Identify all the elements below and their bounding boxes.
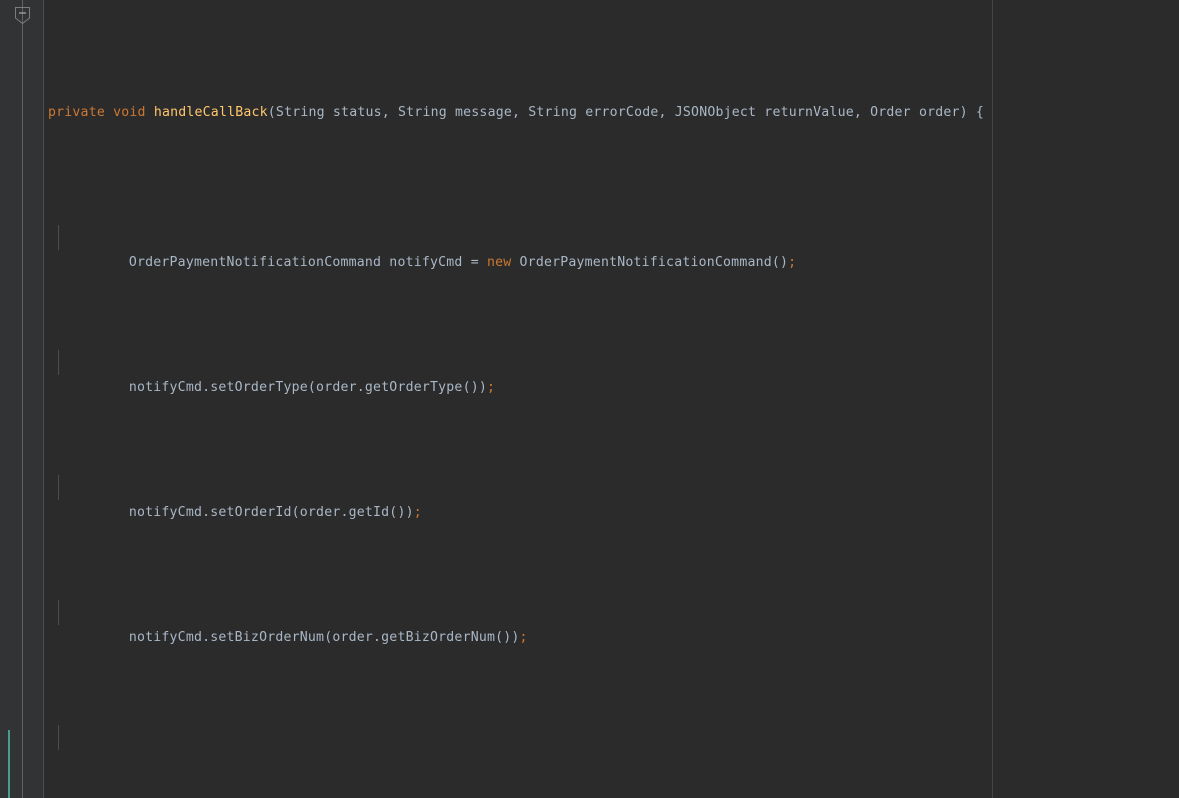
code-line[interactable]: notifyCmd.setOrderId(order.getId()); <box>44 475 1179 520</box>
token-method-name: handleCallBack <box>153 105 268 120</box>
token-text: notifyCmd.setOrderType(order.getOrderTyp… <box>128 380 487 395</box>
token-text: OrderPaymentNotificationCommand notifyCm… <box>128 255 487 270</box>
indent-guide <box>58 350 59 375</box>
gutter-separator <box>43 0 44 798</box>
code-line[interactable]: OrderPaymentNotificationCommand notifyCm… <box>44 225 1179 270</box>
token-semicolon: ; <box>486 380 496 395</box>
token-keyword: void <box>113 105 146 120</box>
vcs-change-marker[interactable] <box>8 730 10 798</box>
indent-guide <box>58 475 59 500</box>
code-line[interactable]: notifyCmd.setBizOrderNum(order.getBizOrd… <box>44 600 1179 645</box>
token-text: OrderPaymentNotificationCommand() <box>519 255 789 270</box>
indent-guide <box>58 725 59 750</box>
indent-guide <box>58 225 59 250</box>
token-semicolon: ; <box>519 630 528 645</box>
token-semicolon: ; <box>788 255 797 270</box>
token-text: notifyCmd.setBizOrderNum(order.getBizOrd… <box>128 630 520 645</box>
token-keyword: private <box>48 105 105 120</box>
fold-collapse-icon[interactable] <box>14 6 31 25</box>
code-line[interactable]: private void handleCallBack(String statu… <box>44 100 1179 125</box>
token-signature: (String status, String message, String e… <box>267 105 985 120</box>
code-line[interactable]: notifyCmd.setOrderType(order.getOrderTyp… <box>44 350 1179 395</box>
token-keyword: new <box>486 255 512 270</box>
indent-guide <box>58 600 59 625</box>
code-line-blank[interactable] <box>44 725 1179 750</box>
fold-region-line <box>22 0 23 798</box>
token-semicolon: ; <box>413 505 422 520</box>
token-text: notifyCmd.setOrderId(order.getId()) <box>128 505 414 520</box>
code-content[interactable]: private void handleCallBack(String statu… <box>44 0 1179 798</box>
code-editor[interactable]: private void handleCallBack(String statu… <box>0 0 1179 798</box>
